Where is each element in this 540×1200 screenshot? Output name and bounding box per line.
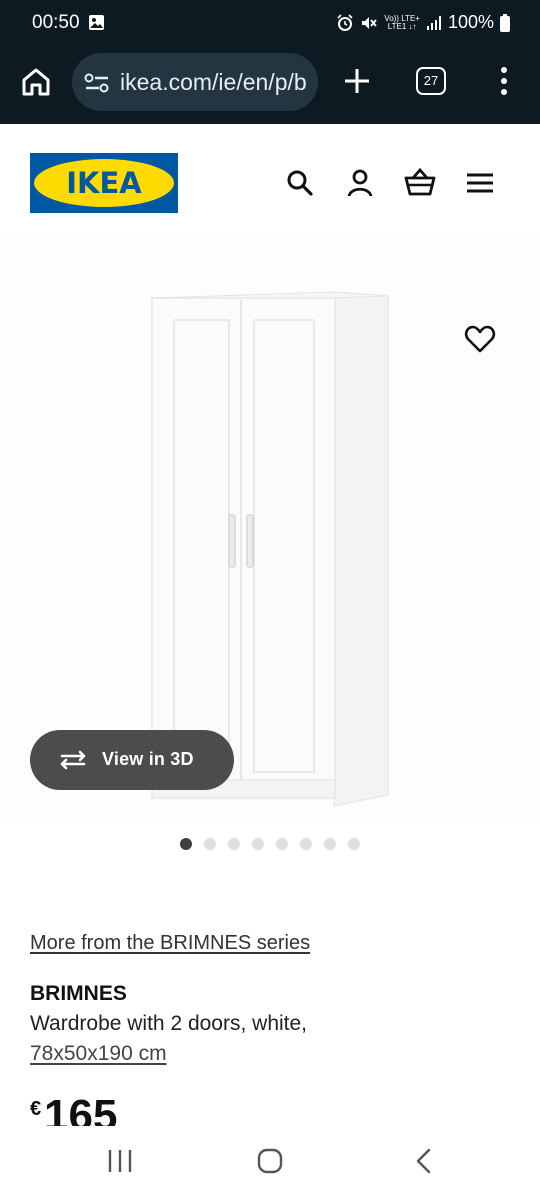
carousel-dot[interactable] (300, 838, 312, 850)
mute-icon (362, 16, 377, 29)
recent-apps-icon[interactable] (106, 1148, 134, 1174)
product-description: Wardrobe with 2 doors, white, (30, 1012, 308, 1035)
product-size-link[interactable]: 78x50x190 cm (30, 1042, 167, 1066)
gallery-notification-icon (89, 15, 104, 30)
plus-icon[interactable] (340, 64, 374, 98)
status-indicators: Vo)) LTE+ LTE1 ↓↑ 100% (336, 12, 510, 33)
product-name: BRIMNES (30, 982, 127, 1005)
status-time: 00:50 (32, 12, 80, 33)
carousel-dot[interactable] (324, 838, 336, 850)
battery-icon (500, 13, 510, 32)
rotate-3d-icon (60, 750, 86, 770)
url-text[interactable]: ikea.com/ie/en/p/b (120, 69, 307, 96)
image-carousel-dots[interactable] (180, 838, 360, 850)
carousel-dot[interactable] (180, 838, 192, 850)
heart-icon[interactable] (464, 323, 496, 355)
price-currency: € (30, 1098, 42, 1120)
alarm-icon (337, 13, 353, 31)
search-icon[interactable] (283, 166, 317, 200)
price-value: 165 (44, 1092, 118, 1126)
tab-count: 27 (423, 73, 439, 88)
tabs-icon[interactable]: 27 (416, 67, 446, 95)
carousel-dot[interactable] (276, 838, 288, 850)
home-icon[interactable] (20, 66, 52, 98)
signal-icon (426, 15, 441, 30)
carousel-dot[interactable] (228, 838, 240, 850)
view-in-3d-label: View in 3D (102, 749, 194, 769)
back-icon[interactable] (410, 1148, 438, 1174)
carousel-dot[interactable] (348, 838, 360, 850)
home-nav-icon[interactable] (256, 1148, 284, 1174)
logo-text: IKEA (66, 166, 142, 200)
ikea-logo[interactable]: IKEA (30, 153, 178, 213)
battery-percent: 100% (447, 12, 494, 32)
browser-toolbar: ikea.com/ie/en/p/b 27 (0, 46, 540, 124)
series-link[interactable]: More from the BRIMNES series (30, 932, 310, 955)
hamburger-icon[interactable] (463, 166, 497, 200)
carousel-dot[interactable] (252, 838, 264, 850)
more-icon[interactable] (494, 66, 514, 96)
status-bar: 00:50 Vo)) LTE+ LTE1 ↓↑ 100% (0, 0, 540, 46)
carousel-dot[interactable] (204, 838, 216, 850)
site-settings-icon[interactable] (84, 73, 110, 93)
lte-indicator: Vo)) LTE+ LTE1 ↓↑ (384, 13, 420, 31)
address-bar[interactable]: ikea.com/ie/en/p/b (72, 53, 318, 111)
cart-icon[interactable] (403, 166, 437, 200)
product-price: € 165 (30, 1092, 330, 1126)
profile-icon[interactable] (343, 166, 377, 200)
view-in-3d-button[interactable]: View in 3D (30, 730, 234, 790)
system-navigation-bar (0, 1126, 540, 1200)
